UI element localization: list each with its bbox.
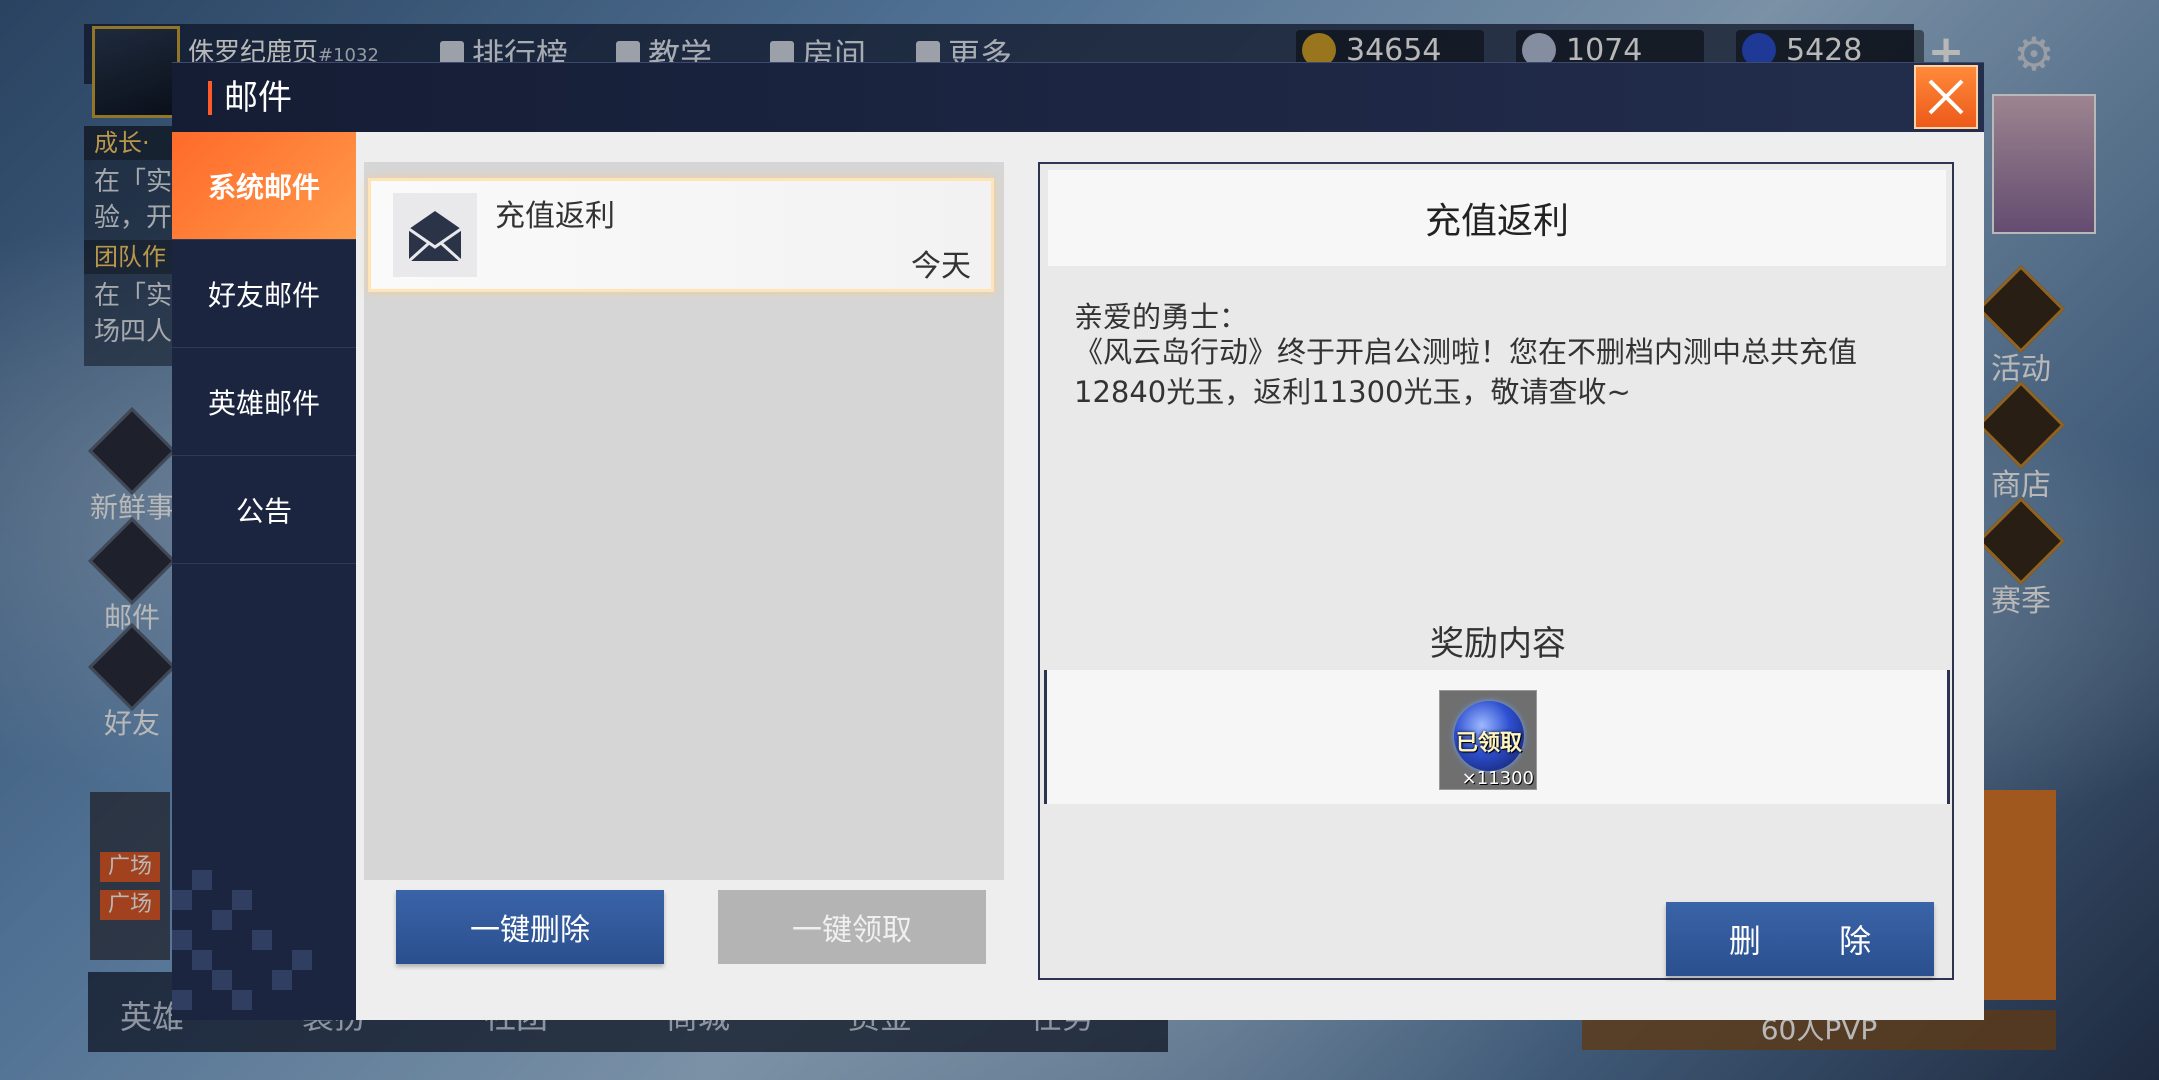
dialog-title: 邮件 bbox=[224, 78, 292, 118]
tab-system-mail[interactable]: 系统邮件 bbox=[172, 132, 356, 240]
mail-greeting: 亲爱的勇士： bbox=[1074, 300, 1249, 334]
close-icon bbox=[1928, 79, 1964, 115]
reward-quantity: ×11300 bbox=[1461, 768, 1534, 789]
tab-label: 公告 bbox=[235, 494, 292, 528]
tab-friend-mail[interactable]: 好友邮件 bbox=[172, 240, 356, 348]
tab-hero-mail[interactable]: 英雄邮件 bbox=[172, 348, 356, 456]
delete-label: 删 除 bbox=[1728, 922, 1906, 960]
mail-dialog: 邮件 系统邮件 好友邮件 英雄邮件 公告 充值返利 今天 一键删除 一键领取 充… bbox=[172, 62, 1984, 1020]
claim-all-label: 一键领取 bbox=[792, 913, 912, 948]
reward-item[interactable]: 已领取 ×11300 bbox=[1439, 690, 1537, 790]
tab-label: 英雄邮件 bbox=[207, 386, 320, 420]
mail-icon-box bbox=[393, 193, 477, 277]
dialog-header: 邮件 bbox=[172, 62, 1984, 132]
mail-body-text: 《风云岛行动》终于开启公测啦！您在不删档内测中总共充值12840光玉，返利113… bbox=[1074, 335, 1858, 409]
title-accent-bar bbox=[208, 81, 212, 115]
mail-detail-panel: 充值返利 亲爱的勇士： 《风云岛行动》终于开启公测啦！您在不删档内测中总共充值1… bbox=[1038, 162, 1954, 980]
tab-label: 好友邮件 bbox=[207, 278, 320, 312]
mail-list: 充值返利 今天 bbox=[364, 162, 1004, 880]
delete-all-label: 一键删除 bbox=[470, 913, 590, 948]
close-button[interactable] bbox=[1914, 65, 1978, 129]
mail-detail-title-bar: 充值返利 bbox=[1048, 170, 1946, 266]
tab-announcement[interactable]: 公告 bbox=[172, 456, 356, 564]
envelope-open-icon bbox=[407, 211, 463, 263]
delete-all-button[interactable]: 一键删除 bbox=[396, 890, 664, 964]
delete-button[interactable]: 删 除 bbox=[1666, 902, 1934, 976]
pixel-decoration bbox=[172, 870, 356, 1020]
tab-label: 系统邮件 bbox=[207, 170, 320, 204]
mail-list-item[interactable]: 充值返利 今天 bbox=[368, 178, 994, 292]
mail-item-date: 今天 bbox=[911, 249, 971, 284]
claim-all-button[interactable]: 一键领取 bbox=[718, 890, 986, 964]
reward-claimed-stamp: 已领取 bbox=[1455, 731, 1522, 756]
reward-list: 已领取 ×11300 bbox=[1044, 670, 1950, 804]
mail-detail-title: 充值返利 bbox=[1424, 201, 1569, 242]
reward-section-title: 奖励内容 bbox=[1430, 624, 1566, 664]
mail-category-tabs: 系统邮件 好友邮件 英雄邮件 公告 bbox=[172, 132, 356, 1020]
mail-item-title: 充值返利 bbox=[495, 199, 615, 234]
